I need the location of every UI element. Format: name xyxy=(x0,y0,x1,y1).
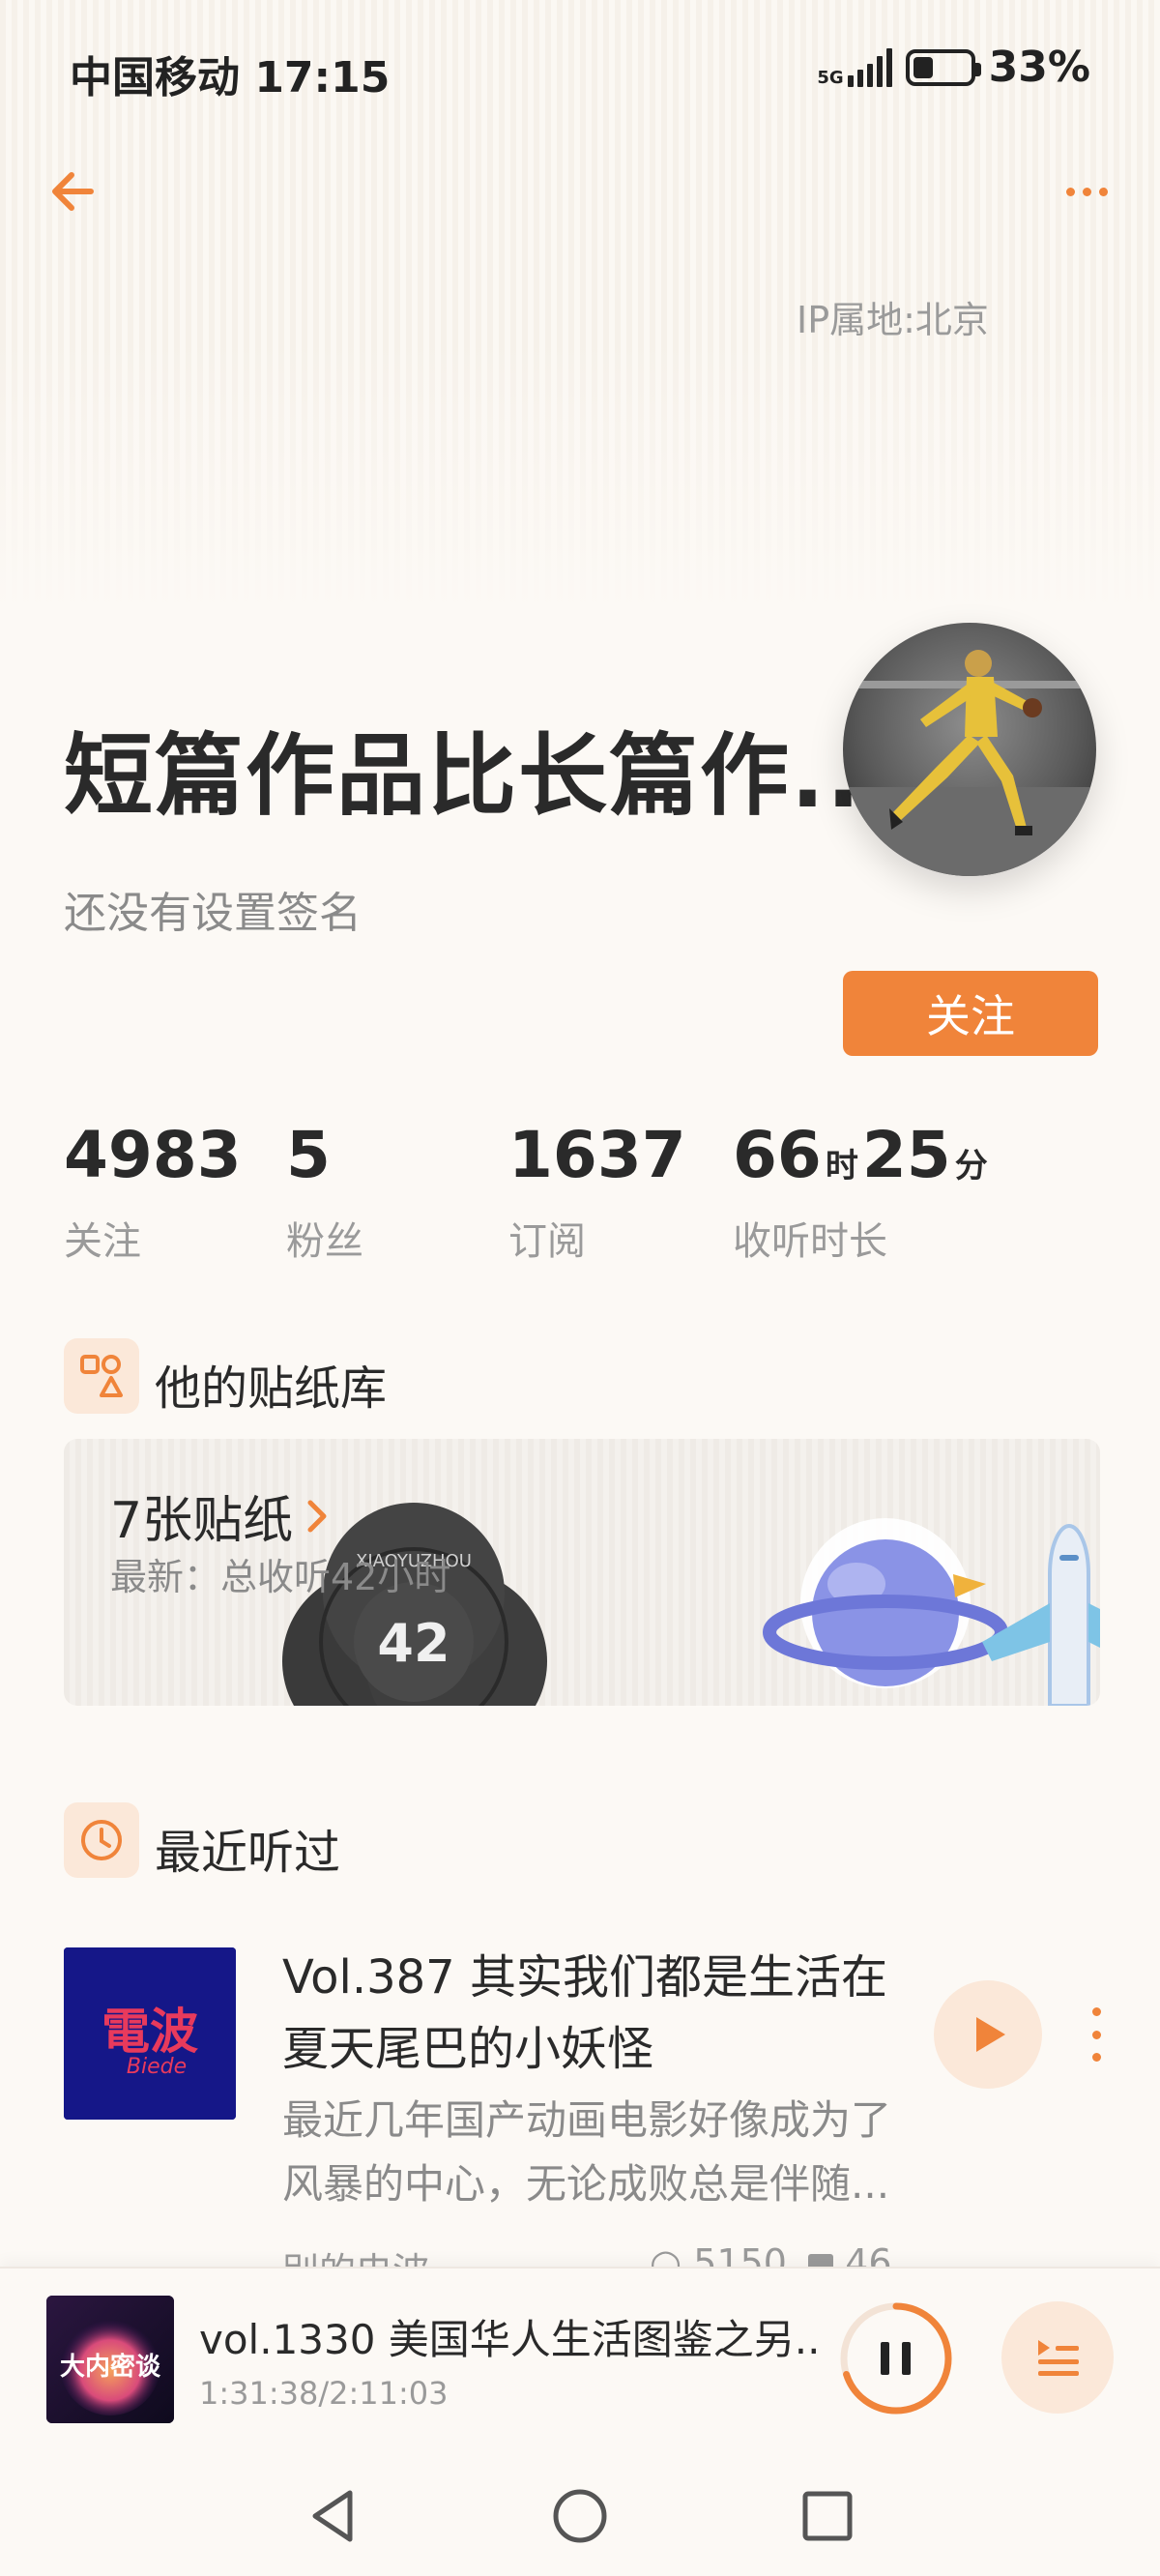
playlist-button[interactable] xyxy=(1001,2301,1114,2414)
sticker-count-label: 7张贴纸 xyxy=(110,1492,294,1550)
stat-subscriptions[interactable]: 1637 订阅 xyxy=(508,1118,686,1266)
network-type: 5G xyxy=(817,67,844,88)
battery-icon xyxy=(905,48,981,86)
sticker-section-title: 他的贴纸库 xyxy=(155,1361,388,1416)
episode-description: 最近几年国产动画电影好像成为了风暴的中心，无论成败总是伴随... xyxy=(282,2096,892,2208)
episode-cover[interactable]: 電波 Biede xyxy=(64,1947,236,2120)
sticker-library-icon xyxy=(64,1338,139,1414)
status-indicators: 5G 33% xyxy=(817,43,1090,92)
pause-button[interactable] xyxy=(837,2299,955,2417)
stat-subscriptions-value: 1637 xyxy=(508,1118,686,1192)
play-button[interactable] xyxy=(934,1980,1042,2089)
triangle-back-icon xyxy=(312,2490,353,2542)
profile-name: 短篇作品比长篇作... xyxy=(64,724,898,828)
sticker-count[interactable]: 7张贴纸 xyxy=(110,1479,332,1552)
listen-minutes: 25 xyxy=(861,1118,951,1192)
playlist-icon xyxy=(1038,2340,1079,2376)
player-time: 1:31:38/2:11:03 xyxy=(199,2375,449,2412)
square-recents-icon xyxy=(802,2491,853,2541)
stat-subscriptions-label: 订阅 xyxy=(508,1219,586,1264)
carrier-time: 中国移动 17:15 xyxy=(70,53,391,102)
episode-cover-subtext: Biede xyxy=(127,2055,187,2079)
nav-home-button[interactable] xyxy=(549,2485,611,2547)
pause-icon xyxy=(881,2342,911,2375)
follow-button[interactable]: 关注 xyxy=(843,971,1098,1056)
player-cover-text: 大内密谈 xyxy=(60,2352,161,2382)
stat-following-label: 关注 xyxy=(64,1219,141,1264)
signature: 还没有设置签名 xyxy=(64,889,362,938)
nav-recents-button[interactable] xyxy=(797,2485,858,2547)
more-vertical-icon xyxy=(1091,2007,1101,2016)
stat-listen-time-value: 66 时25 分 xyxy=(733,1118,992,1192)
battery-percent: 33% xyxy=(988,43,1090,92)
play-icon xyxy=(976,2017,1005,2052)
player-cover[interactable]: 大内密谈 xyxy=(46,2296,174,2423)
avatar[interactable] xyxy=(843,623,1096,876)
chevron-right-icon xyxy=(307,1500,327,1532)
more-button[interactable] xyxy=(1058,162,1116,220)
nav-back-button[interactable] xyxy=(302,2485,363,2547)
stat-fans-label: 粉丝 xyxy=(286,1219,363,1264)
stat-fans[interactable]: 5 粉丝 xyxy=(286,1118,363,1266)
sticker-badge-number: 42 xyxy=(377,1613,450,1674)
listen-hours: 66 xyxy=(733,1118,822,1192)
episode-more-button[interactable] xyxy=(1087,2007,1106,2062)
ip-location: IP属地:北京 xyxy=(797,299,989,341)
stat-following[interactable]: 4983 关注 xyxy=(64,1118,242,1266)
signal-icon: 5G xyxy=(817,47,892,88)
recent-section-title: 最近听过 xyxy=(155,1826,341,1880)
listen-minutes-unit: 分 xyxy=(954,1147,988,1186)
stat-fans-value: 5 xyxy=(286,1118,331,1192)
sticker-latest: 最新：总收听42小时 xyxy=(110,1556,451,1598)
stat-listen-time-label: 收听时长 xyxy=(733,1219,887,1264)
clock-icon xyxy=(64,1802,139,1878)
episode-title[interactable]: Vol.387 其实我们都是生活在夏天尾巴的小妖怪 xyxy=(282,1942,920,2085)
arrow-left-icon xyxy=(52,172,94,211)
episode-cover-text: 電波 xyxy=(102,2004,198,2060)
back-button[interactable] xyxy=(44,162,102,220)
stat-following-value: 4983 xyxy=(64,1118,242,1192)
more-horizontal-icon xyxy=(1065,187,1075,196)
player-title[interactable]: vol.1330 美国华人生活图鉴之另... xyxy=(199,2307,818,2366)
listen-hours-unit: 时 xyxy=(825,1147,858,1186)
stat-listen-time: 66 时25 分 收听时长 xyxy=(733,1118,992,1266)
circle-home-icon xyxy=(553,2489,607,2543)
